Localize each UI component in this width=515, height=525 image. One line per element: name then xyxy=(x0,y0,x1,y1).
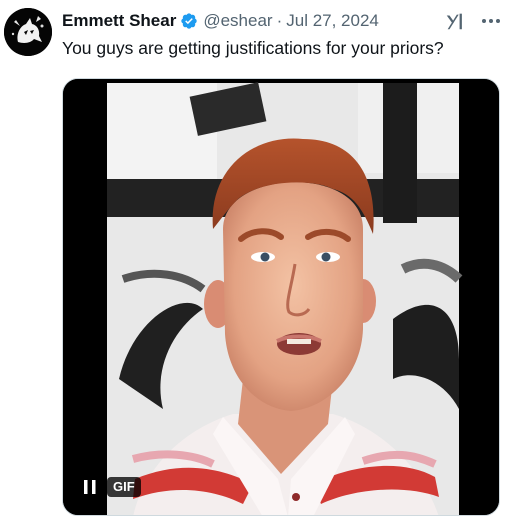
header-separator: · xyxy=(276,11,283,30)
tweet-date[interactable]: Jul 27, 2024 xyxy=(286,11,379,31)
author-handle[interactable]: @eshear xyxy=(203,11,272,31)
author-display-name[interactable]: Emmett Shear xyxy=(62,11,176,31)
more-options-icon[interactable] xyxy=(478,10,504,32)
pause-icon[interactable] xyxy=(79,476,101,498)
gif-badge: GIF xyxy=(107,477,141,497)
tweet-text: You guys are getting justifications for … xyxy=(62,38,444,58)
grok-icon[interactable] xyxy=(444,10,466,32)
gif-frame-image xyxy=(63,79,499,515)
author-avatar[interactable] xyxy=(4,8,52,56)
cat-avatar-icon xyxy=(4,8,52,56)
verified-badge-icon xyxy=(181,13,198,29)
tweet-media-gif[interactable]: GIF xyxy=(62,78,500,516)
tweet-header: Emmett Shear @eshear · Jul 27, 2024 xyxy=(62,10,379,32)
